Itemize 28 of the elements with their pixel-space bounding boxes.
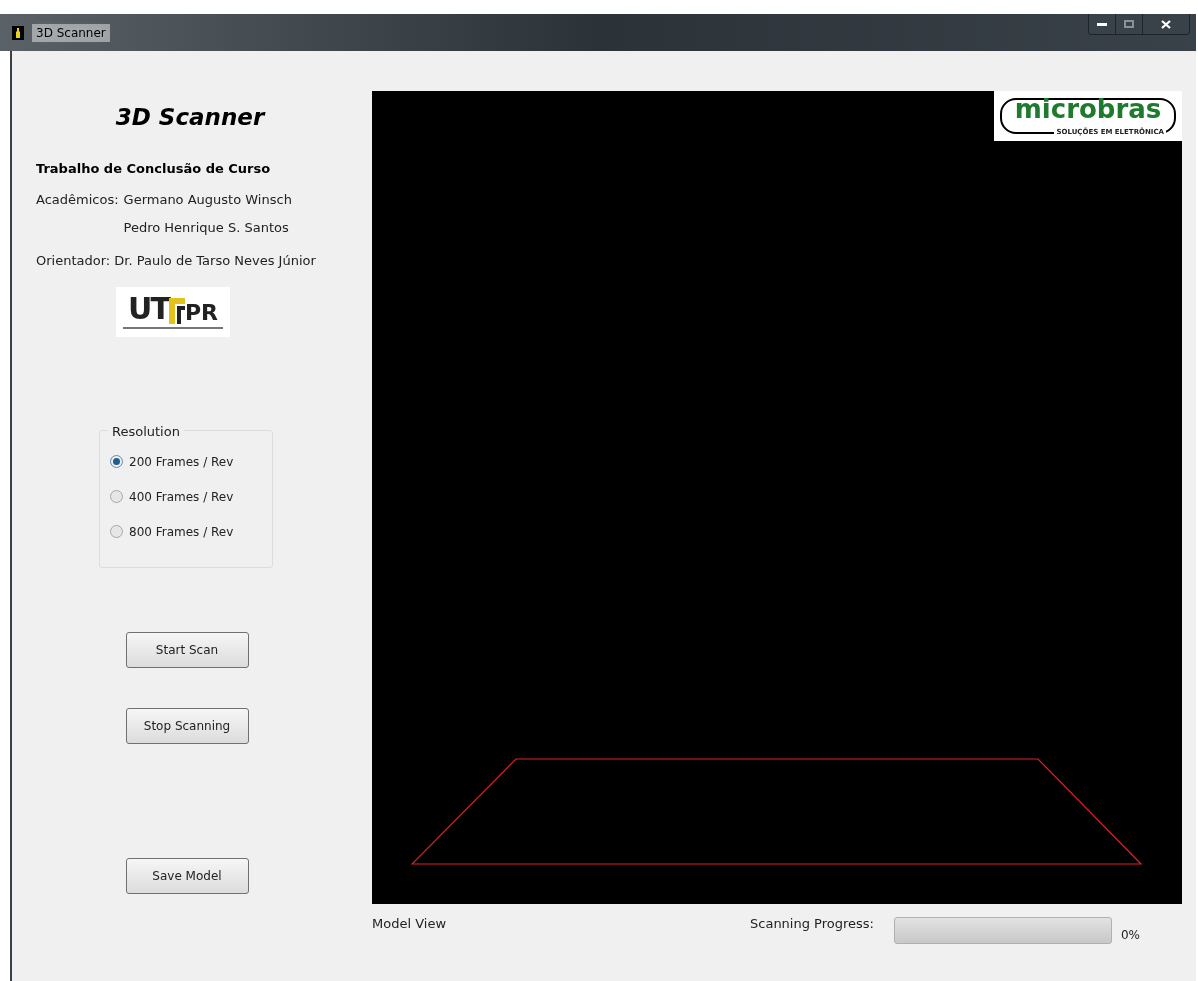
student-name: Pedro Henrique S. Santos (123, 218, 290, 237)
radio-button[interactable] (110, 455, 123, 468)
radio-option[interactable]: 800 Frames / Rev (110, 522, 272, 541)
action-button[interactable]: Save Model (125, 857, 249, 894)
progress-reading: 0% (1120, 927, 1140, 944)
radio-option[interactable]: 400 Frames / Rev (110, 487, 272, 506)
close-icon (1161, 19, 1171, 29)
action-button[interactable]: Stop Scanning (125, 707, 249, 744)
students-label: Acadêmicos: (36, 191, 119, 209)
viewport-label: Model View (372, 915, 446, 933)
app-heading: 3D Scanner (114, 103, 267, 132)
maximize-icon (1124, 20, 1134, 28)
minimize-icon (1097, 22, 1107, 26)
logo-text: microbras (1014, 96, 1162, 122)
minimize-button[interactable] (1089, 14, 1116, 34)
logo-letters: UT (128, 294, 169, 324)
logo-text: PR (184, 302, 218, 324)
progress-label: Scanning Progress: (750, 915, 874, 933)
logo-caption-line-icon (123, 327, 223, 329)
student-name: Germano Augusto Winsch (123, 191, 292, 209)
action-button[interactable]: Start Scan (125, 631, 249, 668)
radio-button[interactable] (110, 490, 123, 503)
subtitle: Trabalho de Conclusão de Curso (36, 159, 272, 178)
app-icon (12, 25, 24, 40)
logo-mark-icon (168, 298, 185, 324)
advisor-text: Orientador: Dr. Paulo de Tarso Neves Júnior (36, 252, 317, 270)
radio-option[interactable]: 200 Frames / Rev (110, 452, 272, 471)
radio-button[interactable] (110, 525, 123, 538)
